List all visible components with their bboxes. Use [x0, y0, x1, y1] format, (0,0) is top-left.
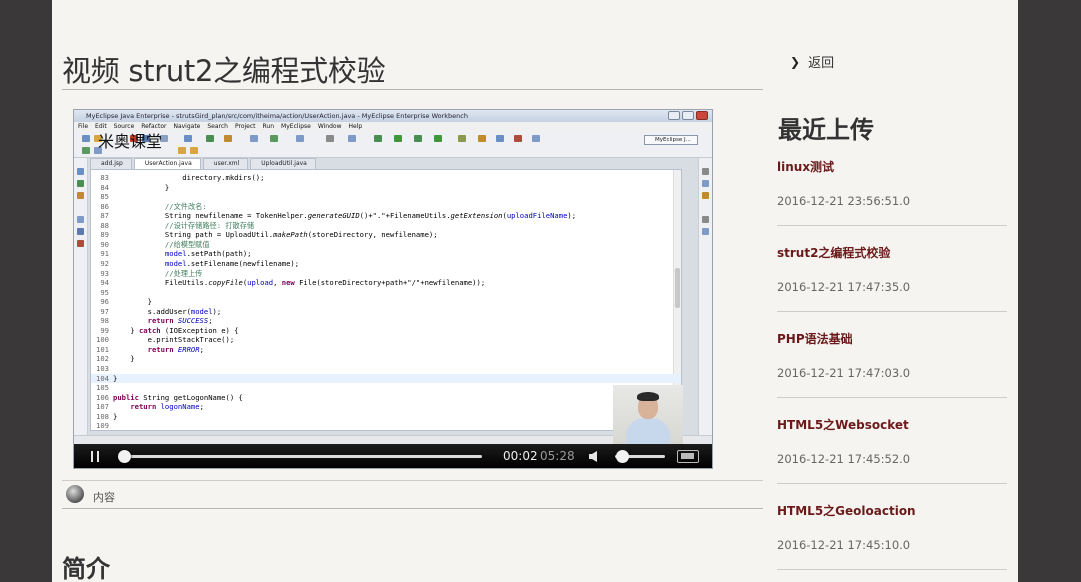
list-item: HTML5之Geoloaction 2016-12-21 17:45:10.0: [777, 484, 1007, 570]
code-line: 109: [96, 421, 109, 431]
total-time: 05:28: [540, 449, 575, 463]
recent-item-date: 2016-12-21 17:45:52.0: [777, 452, 911, 466]
page-title: 视频 strut2之编程式校验: [62, 54, 386, 88]
code-line: 97 s.addUser(model);: [100, 306, 222, 316]
intro-heading: 简介: [62, 555, 110, 582]
editor-tab: user.xml: [202, 158, 249, 169]
page-container: 视频 strut2之编程式校验 MyEclipse Java Enterpris…: [52, 0, 1018, 582]
code-line: 94 FileUtils.copyFile(upload, new File(s…: [100, 278, 486, 288]
current-time: 00:02: [503, 449, 538, 463]
video-controls: 00:02 05:28: [74, 444, 712, 468]
code-line: 88 //设计存储路径: 打散存储: [100, 220, 255, 230]
video-menu-item: Run: [262, 123, 275, 130]
recent-item-link[interactable]: HTML5之Geoloaction: [777, 502, 916, 519]
content-icon: [66, 485, 84, 503]
video-menu-item: Help: [348, 123, 363, 130]
presenter-inset: [613, 385, 683, 448]
recent-item-link[interactable]: strut2之编程式校验: [777, 244, 890, 261]
video-menubar: File Edit Source Refactor Navigate Search Proj…: [74, 122, 712, 132]
content-tab[interactable]: 内容: [62, 480, 763, 509]
list-item: HTML5之Websocket 2016-12-21 17:45:52.0: [777, 398, 1007, 484]
recent-uploads-list: linux测试 2016-12-21 23:56:51.0 strut2之编程式…: [777, 140, 1007, 570]
code-line: 90 //给模型赋值: [100, 239, 210, 249]
code-line: 104}: [91, 373, 681, 384]
editor-tab: UploadUtil.java: [250, 158, 316, 169]
code-line: 103: [96, 364, 109, 373]
perspective-button: MyEclipse J...: [644, 135, 698, 145]
video-watermark: 米奥课堂: [98, 132, 163, 151]
pause-icon[interactable]: [91, 451, 99, 462]
content-tab-label: 内容: [93, 491, 115, 504]
editor-tab: add.jsp: [90, 158, 132, 169]
back-link[interactable]: ❯ 返回: [790, 52, 835, 72]
code-line: 86 //文件改名:: [100, 201, 207, 211]
list-item: PHP语法基础 2016-12-21 17:47:03.0: [777, 312, 1007, 398]
video-menu-item: File: [78, 123, 89, 130]
code-line: 98 return SUCCESS;: [100, 316, 213, 326]
code-line: 100 e.printStackTrace();: [96, 335, 235, 345]
video-menu-item: Project: [235, 123, 256, 130]
code-line: 91 model.setPath(path);: [100, 249, 252, 259]
seek-handle[interactable]: [118, 450, 132, 463]
code-line: 99 } catch (IOException e) {: [100, 325, 239, 335]
video-menu-item: Window: [317, 123, 342, 130]
code-line: 101 return ERROR;: [96, 344, 204, 354]
video-player[interactable]: MyEclipse Java Enterprise - strutsGird_p…: [73, 109, 713, 469]
code-line: 89 String path = UploadUtil.makePath(sto…: [100, 230, 438, 240]
fullscreen-icon[interactable]: [677, 450, 699, 463]
video-window-buttons: [668, 111, 708, 120]
video-menu-item: Search: [207, 123, 228, 130]
code-line: 92 model.setFilename(newfilename);: [100, 258, 300, 268]
recent-item-date: 2016-12-21 17:45:10.0: [777, 538, 911, 552]
code-line: 105: [96, 383, 109, 393]
volume-handle[interactable]: [616, 450, 629, 463]
code-line: 87 String newfilename = TokenHelper.gene…: [100, 211, 577, 221]
list-item: linux测试 2016-12-21 23:56:51.0: [777, 140, 1007, 226]
video-menu-item: MyEclipse: [281, 123, 311, 130]
code-line: 107 return logonName;: [96, 402, 204, 412]
code-line: 96 }: [100, 297, 152, 307]
video-code-editor: 83 directory.mkdirs(); 84 } 85 86 //文件改名: 87…: [90, 169, 682, 431]
title-divider: [62, 89, 763, 90]
recent-item-date: 2016-12-21 23:56:51.0: [777, 194, 911, 208]
editor-tab-active: UserAction.java: [133, 158, 201, 169]
video-left-gutter: [74, 158, 88, 438]
recent-item-date: 2016-12-21 17:47:35.0: [777, 280, 911, 294]
recent-item-link[interactable]: PHP语法基础: [777, 330, 853, 347]
volume-icon[interactable]: [589, 451, 601, 462]
video-right-gutter: [698, 158, 712, 438]
back-link-label: 返回: [808, 56, 835, 71]
chevron-right-icon: ❯: [790, 54, 801, 69]
code-line: 85: [100, 192, 109, 202]
code-line: 108}: [96, 411, 118, 421]
code-line: 93 //处理上传: [100, 268, 203, 278]
video-window-title: MyEclipse Java Enterprise - strutsGird_p…: [74, 110, 712, 122]
recent-item-link[interactable]: HTML5之Websocket: [777, 416, 909, 433]
seek-bar[interactable]: [122, 455, 482, 458]
recent-item-date: 2016-12-21 17:47:03.0: [777, 366, 911, 380]
video-toolbar: MyEclipse J...: [74, 132, 712, 158]
list-item: strut2之编程式校验 2016-12-21 17:47:35.0: [777, 226, 1007, 312]
code-line: 102 }: [96, 354, 135, 364]
code-line: 84 }: [100, 182, 170, 192]
code-line: 106 public String getLogonName() {: [96, 392, 243, 402]
video-editor-tabs: add.jsp UserAction.java user.xml UploadU…: [90, 158, 316, 169]
video-menu-item: Navigate: [173, 123, 201, 130]
code-line: 95: [100, 287, 109, 297]
recent-item-link[interactable]: linux测试: [777, 158, 834, 175]
code-line: 83 directory.mkdirs();: [100, 173, 265, 182]
